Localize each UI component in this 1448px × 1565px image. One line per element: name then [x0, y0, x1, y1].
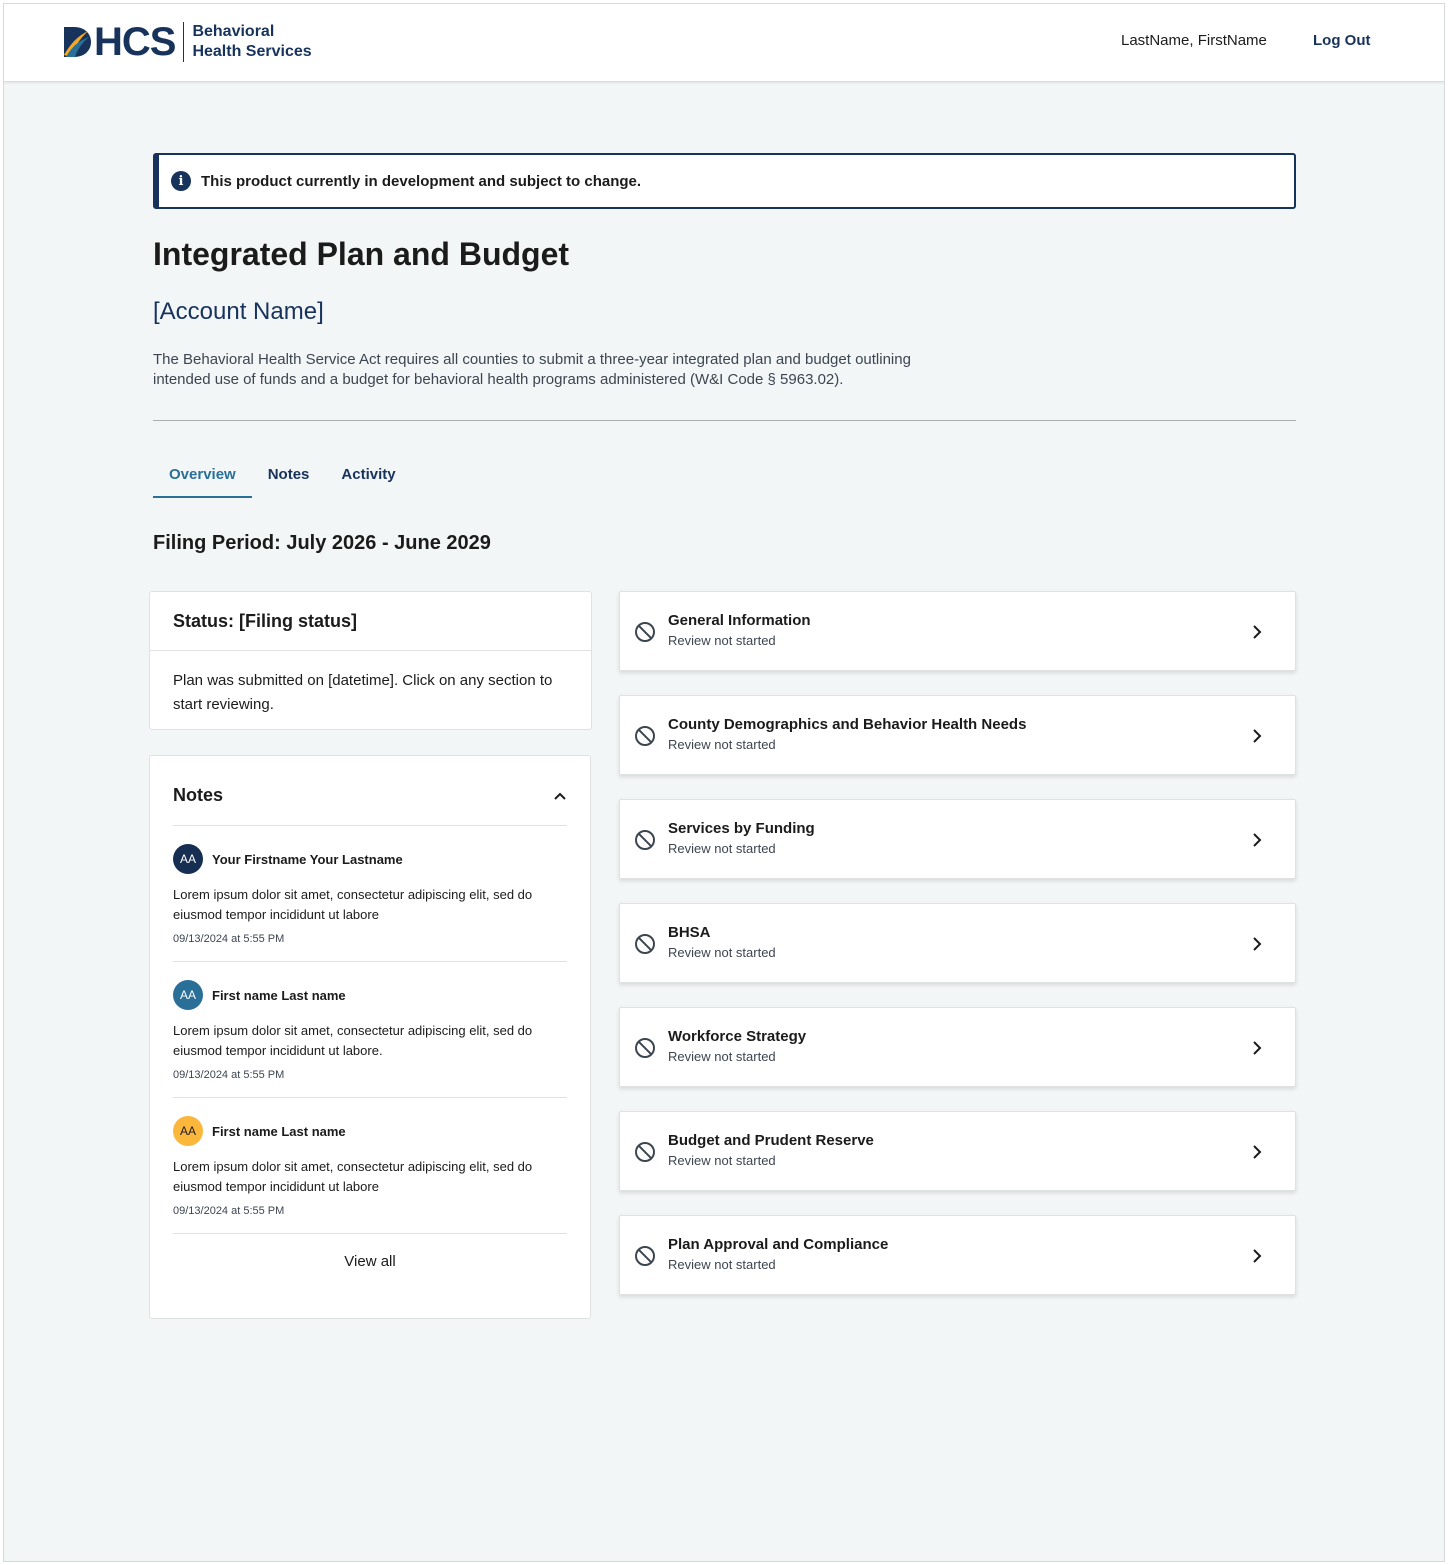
- section-title: Workforce Strategy: [668, 1028, 807, 1045]
- chevron-right-icon: [1253, 1041, 1262, 1055]
- chevron-right-icon: [1253, 729, 1262, 743]
- development-alert: i This product currently in development …: [153, 153, 1296, 209]
- info-icon: i: [171, 171, 191, 191]
- chevron-right-icon: [1253, 625, 1262, 639]
- chevron-right-icon: [1253, 1249, 1262, 1263]
- section-card[interactable]: BHSA Review not started: [619, 903, 1296, 983]
- note-item: AA First name Last name Lorem ipsum dolo…: [173, 1098, 567, 1234]
- not-started-icon: [635, 830, 655, 850]
- tab-activity[interactable]: Activity: [325, 462, 411, 498]
- logo-subtitle-line1: Behavioral: [192, 23, 275, 40]
- status-heading: Status: [Filing status]: [150, 592, 591, 651]
- logout-link[interactable]: Log Out: [1313, 32, 1370, 49]
- avatar: AA: [173, 1116, 203, 1146]
- note-text: Lorem ipsum dolor sit amet, consectetur …: [173, 1159, 533, 1194]
- app-frame: HCS Behavioral Health Services LastName,…: [3, 3, 1445, 1562]
- not-started-icon: [635, 1246, 655, 1266]
- not-started-icon: [635, 1142, 655, 1162]
- not-started-icon: [635, 622, 655, 642]
- section-status: Review not started: [668, 1257, 776, 1272]
- not-started-icon: [635, 934, 655, 954]
- page-description: The Behavioral Health Service Act requir…: [153, 351, 911, 388]
- section-title: Budget and Prudent Reserve: [668, 1132, 874, 1149]
- section-card[interactable]: General Information Review not started: [619, 591, 1296, 671]
- note-author: Your Firstname Your Lastname: [212, 851, 403, 867]
- note-item: AA Your Firstname Your Lastname Lorem ip…: [173, 826, 567, 962]
- section-title: BHSA: [668, 924, 711, 941]
- section-card[interactable]: Budget and Prudent Reserve Review not sta…: [619, 1111, 1296, 1191]
- filing-period: Filing Period: July 2026 - June 2029: [153, 532, 491, 554]
- notes-header[interactable]: Notes: [173, 756, 567, 826]
- chevron-right-icon: [1253, 937, 1262, 951]
- note-author-row: AA First name Last name: [173, 980, 567, 1010]
- note-timestamp: 09/13/2024 at 5:55 PM: [173, 1205, 285, 1217]
- note-author: First name Last name: [212, 987, 346, 1003]
- note-author-row: AA First name Last name: [173, 1116, 567, 1146]
- section-title: General Information: [668, 612, 811, 629]
- note-text: Lorem ipsum dolor sit amet, consectetur …: [173, 887, 533, 922]
- tab-notes[interactable]: Notes: [252, 462, 326, 498]
- note-author: First name Last name: [212, 1123, 346, 1139]
- avatar: AA: [173, 844, 203, 874]
- page-title: Integrated Plan and Budget: [153, 236, 570, 272]
- logo-subtitle-line2: Health Services: [192, 43, 312, 60]
- alert-text: This product currently in development an…: [201, 172, 642, 190]
- divider: [153, 420, 1296, 421]
- note-author-row: AA Your Firstname Your Lastname: [173, 844, 567, 874]
- logo-wordmark: HCS: [94, 20, 176, 64]
- section-title: County Demographics and Behavior Health …: [668, 716, 1027, 733]
- chevron-right-icon: [1253, 833, 1262, 847]
- section-card[interactable]: County Demographics and Behavior Health …: [619, 695, 1296, 775]
- view-all-notes-button[interactable]: View all: [173, 1253, 567, 1270]
- note-timestamp: 09/13/2024 at 5:55 PM: [173, 933, 285, 945]
- not-started-icon: [635, 726, 655, 746]
- section-card[interactable]: Workforce Strategy Review not started: [619, 1007, 1296, 1087]
- section-status: Review not started: [668, 1153, 776, 1168]
- section-status: Review not started: [668, 633, 776, 648]
- section-card[interactable]: Plan Approval and Compliance Review not s…: [619, 1215, 1296, 1295]
- top-header: HCS Behavioral Health Services LastName,…: [4, 4, 1444, 82]
- dhcs-logo-mark-icon: [62, 25, 92, 59]
- tab-overview[interactable]: Overview: [153, 462, 252, 498]
- section-title: Services by Funding: [668, 820, 815, 837]
- section-status: Review not started: [668, 737, 776, 752]
- chevron-right-icon: [1253, 1145, 1262, 1159]
- note-item: AA First name Last name Lorem ipsum dolo…: [173, 962, 567, 1098]
- section-status: Review not started: [668, 841, 776, 856]
- section-title: Plan Approval and Compliance: [668, 1236, 889, 1253]
- tab-bar: Overview Notes Activity: [153, 462, 412, 498]
- status-card: Status: [Filing status] Plan was submitt…: [149, 591, 592, 730]
- note-text: Lorem ipsum dolor sit amet, consectetur …: [173, 1023, 533, 1058]
- account-name: [Account Name]: [153, 298, 324, 325]
- chevron-up-icon[interactable]: [553, 789, 567, 803]
- notes-heading: Notes: [173, 785, 224, 805]
- section-status: Review not started: [668, 1049, 776, 1064]
- note-timestamp: 09/13/2024 at 5:55 PM: [173, 1069, 285, 1081]
- avatar: AA: [173, 980, 203, 1010]
- not-started-icon: [635, 1038, 655, 1058]
- logo-divider: [183, 22, 185, 62]
- notes-card: Notes AA Your Firstname Your Lastname Lo…: [149, 755, 591, 1319]
- status-body: Plan was submitted on [datetime]. Click …: [173, 672, 553, 713]
- section-status: Review not started: [668, 945, 776, 960]
- dhcs-logo[interactable]: HCS Behavioral Health Services: [62, 22, 312, 62]
- logo-subtitle: Behavioral Health Services: [192, 22, 311, 62]
- user-name: LastName, FirstName: [1121, 32, 1267, 49]
- section-card[interactable]: Services by Funding Review not started: [619, 799, 1296, 879]
